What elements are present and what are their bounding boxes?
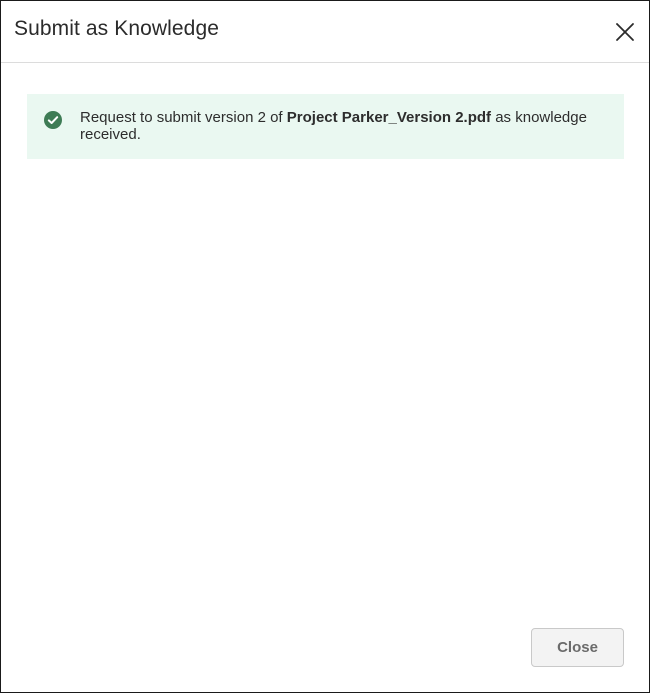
close-icon[interactable] xyxy=(613,20,637,44)
success-alert: Request to submit version 2 of Project P… xyxy=(27,94,624,159)
dialog-title: Submit as Knowledge xyxy=(14,17,220,40)
alert-filename: Project Parker_Version 2.pdf xyxy=(286,109,492,126)
check-circle-icon xyxy=(44,111,62,129)
close-button[interactable]: Close xyxy=(531,628,624,667)
dialog-header: Submit as Knowledge xyxy=(1,1,649,63)
alert-text-before: Request to submit version 2 of xyxy=(80,109,287,126)
dialog-footer: Close xyxy=(1,612,649,692)
alert-message: Request to submit version 2 of Project P… xyxy=(80,109,600,143)
submit-knowledge-dialog: Submit as Knowledge Request to submit ve… xyxy=(0,0,650,693)
